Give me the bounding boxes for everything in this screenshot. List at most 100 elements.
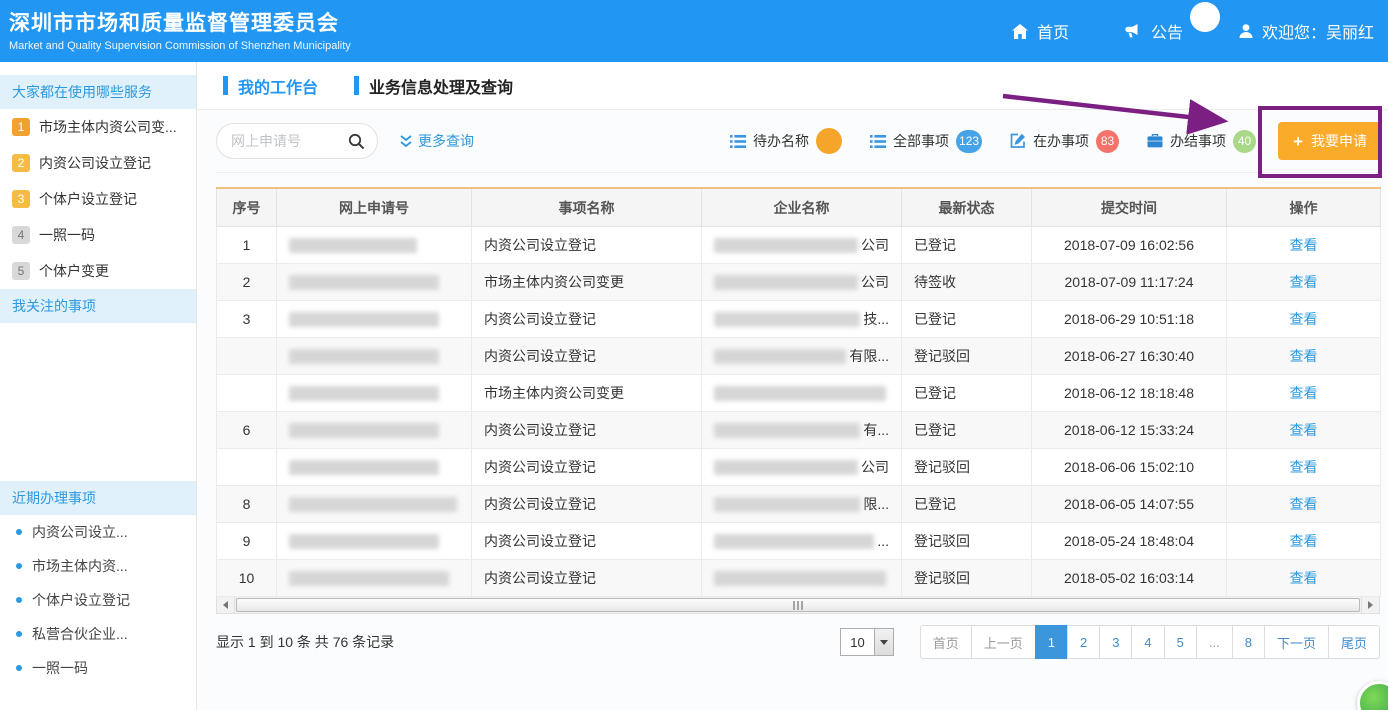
- stat-completed[interactable]: 办结事项 40: [1147, 130, 1256, 153]
- view-link[interactable]: 查看: [1290, 274, 1318, 290]
- scroll-left-arrow-icon[interactable]: [217, 597, 235, 613]
- redacted-application-no: [289, 386, 439, 401]
- cell-submit-time: 2018-05-02 16:03:14: [1032, 560, 1227, 597]
- view-link[interactable]: 查看: [1290, 459, 1318, 475]
- cell-matter-name: 内资公司设立登记: [472, 523, 702, 560]
- stat-count-badge: [816, 128, 842, 154]
- view-link[interactable]: 查看: [1290, 311, 1318, 327]
- stat-count-badge: 40: [1233, 130, 1256, 153]
- stat-pending-names[interactable]: 待办名称: [730, 128, 842, 154]
- sidebar-recent-item[interactable]: 市场主体内资...: [0, 549, 196, 583]
- cell-action: 查看: [1227, 264, 1381, 301]
- horizontal-scrollbar[interactable]: [216, 597, 1380, 614]
- table-row: 2 市场主体内资公司变更 公司 待签收 2018-07-09 11:17:24 …: [217, 264, 1381, 301]
- scroll-right-arrow-icon[interactable]: [1361, 597, 1379, 613]
- welcome-label: 欢迎您：吴丽红: [1262, 19, 1374, 43]
- apply-button[interactable]: + 我要申请: [1278, 122, 1382, 160]
- cell-status: 登记驳回: [902, 338, 1032, 375]
- view-link[interactable]: 查看: [1290, 385, 1318, 401]
- cell-company-name: [702, 560, 902, 597]
- tab-accent-bar: [354, 76, 359, 95]
- service-label: 市场主体内资公司变...: [39, 117, 177, 137]
- brand: 深圳市市场和质量监督管理委员会 Market and Quality Super…: [0, 10, 351, 52]
- stat-all-items[interactable]: 全部事项 123: [870, 130, 982, 153]
- page-last[interactable]: 尾页: [1328, 625, 1380, 659]
- dropdown-arrow-icon[interactable]: [874, 629, 893, 655]
- sidebar-recent-item[interactable]: 一照一码: [0, 651, 196, 685]
- cell-submit-time: 2018-07-09 11:17:24: [1032, 264, 1227, 301]
- page-next[interactable]: 下一页: [1264, 625, 1329, 659]
- nav-announcements[interactable]: 公告: [1125, 19, 1183, 43]
- redacted-application-no: [289, 238, 417, 253]
- redacted-company-name: [714, 534, 874, 549]
- page-4[interactable]: 4: [1131, 625, 1164, 659]
- view-link[interactable]: 查看: [1290, 570, 1318, 586]
- view-link[interactable]: 查看: [1290, 422, 1318, 438]
- table-header-row: 序号网上申请号事项名称企业名称最新状态提交时间操作: [217, 188, 1381, 227]
- more-query-link[interactable]: 更多查询: [400, 131, 474, 151]
- company-name-suffix: ...: [877, 533, 889, 549]
- view-link[interactable]: 查看: [1290, 533, 1318, 549]
- table-row: 10 内资公司设立登记 登记驳回 2018-05-02 16:03:14 查看: [217, 560, 1381, 597]
- redacted-application-no: [289, 460, 439, 475]
- home-icon: [1012, 24, 1028, 39]
- cell-application-no: [277, 264, 472, 301]
- view-link[interactable]: 查看: [1290, 496, 1318, 512]
- page-first[interactable]: 首页: [920, 625, 972, 659]
- service-label: 一照一码: [39, 225, 95, 245]
- cell-application-no: [277, 301, 472, 338]
- stat-all-items-label: 全部事项: [893, 131, 949, 151]
- sidebar-recent-item[interactable]: 私营合伙企业...: [0, 617, 196, 651]
- cell-status: 登记驳回: [902, 449, 1032, 486]
- cell-application-no: [277, 412, 472, 449]
- scrollbar-thumb[interactable]: [236, 598, 1360, 612]
- redacted-company-name: [714, 386, 886, 401]
- records-summary: 显示 1 到 10 条 共 76 条记录: [216, 632, 394, 652]
- page-5[interactable]: 5: [1164, 625, 1197, 659]
- service-label: 个体户变更: [39, 261, 109, 281]
- cell-company-name: 公司: [702, 227, 902, 264]
- search-icon[interactable]: [348, 133, 365, 150]
- page-size-select[interactable]: 10: [840, 628, 893, 656]
- rank-badge: 3: [12, 190, 30, 208]
- sidebar-service-item[interactable]: 4 一照一码: [0, 217, 196, 253]
- cell-matter-name: 内资公司设立登记: [472, 449, 702, 486]
- page: 深圳市市场和质量监督管理委员会 Market and Quality Super…: [0, 0, 1388, 710]
- cell-company-name: [702, 375, 902, 412]
- page-8[interactable]: 8: [1232, 625, 1265, 659]
- stat-in-progress[interactable]: 在办事项 83: [1010, 130, 1119, 153]
- tab-my-workbench[interactable]: 我的工作台: [223, 74, 318, 98]
- cell-matter-name: 内资公司设立登记: [472, 227, 702, 264]
- sidebar-recent-item[interactable]: 个体户设立登记: [0, 583, 196, 617]
- cell-seq: 6: [217, 412, 277, 449]
- nav-home[interactable]: 首页: [1012, 19, 1069, 43]
- sidebar-service-item[interactable]: 5 个体户变更: [0, 253, 196, 289]
- sidebar-service-item[interactable]: 2 内资公司设立登记: [0, 145, 196, 181]
- page-2[interactable]: 2: [1067, 625, 1100, 659]
- cell-matter-name: 市场主体内资公司变更: [472, 264, 702, 301]
- cell-application-no: [277, 227, 472, 264]
- sidebar-recent-item[interactable]: 内资公司设立...: [0, 515, 196, 549]
- cell-seq: [217, 449, 277, 486]
- redacted-company-name: [714, 571, 886, 586]
- results-table: 序号网上申请号事项名称企业名称最新状态提交时间操作 1 内资公司设立登记 公司 …: [216, 187, 1380, 614]
- view-link[interactable]: 查看: [1290, 237, 1318, 253]
- main-content: 我的工作台 业务信息处理及查询: [197, 62, 1388, 710]
- view-link[interactable]: 查看: [1290, 348, 1318, 364]
- page-prev[interactable]: 上一页: [971, 625, 1036, 659]
- redacted-company-name: [714, 238, 858, 253]
- sidebar-followed-title[interactable]: 我关注的事项: [0, 289, 196, 323]
- column-header: 提交时间: [1032, 188, 1227, 227]
- search-input[interactable]: [229, 132, 342, 150]
- cell-submit-time: 2018-06-06 15:02:10: [1032, 449, 1227, 486]
- top-nav: 首页 公告 欢迎您：吴丽红: [1012, 19, 1388, 43]
- page-1[interactable]: 1: [1035, 625, 1068, 659]
- site-subtitle: Market and Quality Supervision Commissio…: [9, 40, 351, 52]
- company-name-suffix: 技...: [863, 309, 889, 329]
- tab-business-info-query[interactable]: 业务信息处理及查询: [354, 74, 513, 98]
- user-welcome[interactable]: 欢迎您：吴丽红: [1239, 19, 1374, 43]
- cell-seq: 8: [217, 486, 277, 523]
- page-3[interactable]: 3: [1099, 625, 1132, 659]
- sidebar-service-item[interactable]: 1 市场主体内资公司变...: [0, 109, 196, 145]
- sidebar-service-item[interactable]: 3 个体户设立登记: [0, 181, 196, 217]
